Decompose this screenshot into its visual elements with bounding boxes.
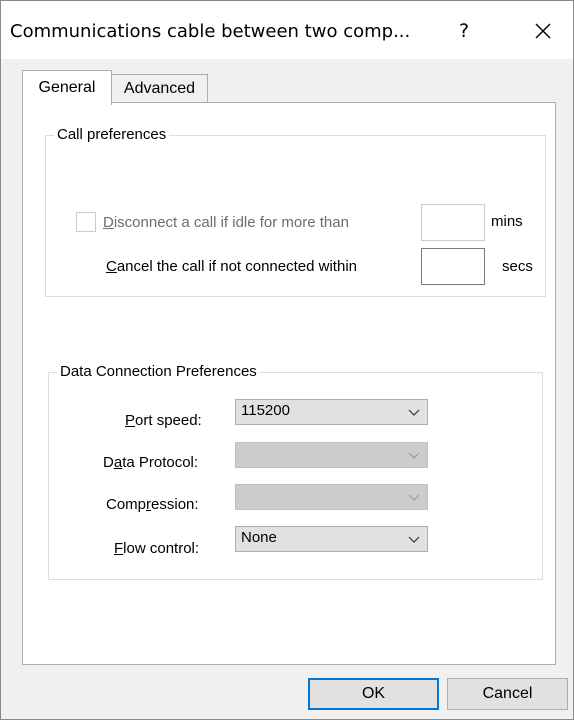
data-protocol-label: Data Protocol: xyxy=(103,454,199,471)
port-speed-value: 115200 xyxy=(241,402,290,419)
connect-seconds-input[interactable] xyxy=(421,248,485,285)
port-speed-select[interactable]: 115200 xyxy=(235,399,428,425)
close-icon xyxy=(535,23,551,39)
chevron-down-icon xyxy=(408,494,420,501)
cancel-call-label: Cancel the call if not connected within xyxy=(106,258,357,275)
tab-advanced[interactable]: Advanced xyxy=(111,74,208,103)
flow-control-value: None xyxy=(241,529,277,546)
connect-seconds-unit: secs xyxy=(502,258,533,275)
ok-button[interactable]: OK xyxy=(308,678,439,710)
help-button[interactable]: ? xyxy=(441,13,487,49)
chevron-down-icon xyxy=(408,409,420,416)
port-speed-label: Port speed: xyxy=(125,412,202,429)
compression-select[interactable] xyxy=(235,484,428,510)
tab-general[interactable]: General xyxy=(22,70,112,105)
flow-control-select[interactable]: None xyxy=(235,526,428,552)
tab-panel-general: Call preferences Disconnect a call if id… xyxy=(22,102,556,665)
compression-label: Compression: xyxy=(106,496,199,513)
disconnect-idle-checkbox[interactable] xyxy=(76,212,96,232)
flow-control-label: Flow control: xyxy=(114,540,200,557)
disconnect-idle-label: Disconnect a call if idle for more than xyxy=(103,214,349,231)
data-connection-title: Data Connection Preferences xyxy=(57,363,260,380)
call-preferences-title: Call preferences xyxy=(54,126,170,143)
cancel-button[interactable]: Cancel xyxy=(447,678,568,710)
window-title: Communications cable between two comp... xyxy=(10,21,411,42)
chevron-down-icon xyxy=(408,452,420,459)
chevron-down-icon xyxy=(408,536,420,543)
idle-minutes-input[interactable] xyxy=(421,204,485,241)
close-button[interactable] xyxy=(517,13,569,49)
data-protocol-select[interactable] xyxy=(235,442,428,468)
title-bar[interactable]: Communications cable between two comp...… xyxy=(1,1,573,59)
dialog-window: Communications cable between two comp...… xyxy=(0,0,574,720)
idle-minutes-unit: mins xyxy=(491,213,523,230)
